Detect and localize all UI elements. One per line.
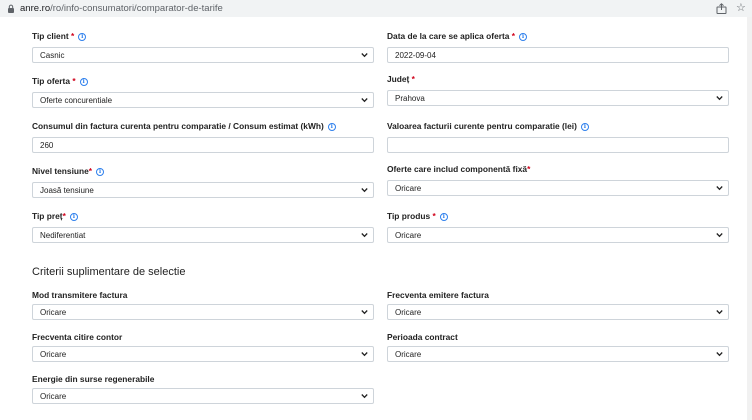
chevron-down-icon (716, 186, 723, 191)
data-oferta-label: Data de la care se aplica oferta (387, 31, 510, 41)
required-mark: * (88, 166, 93, 176)
chevron-down-icon (361, 98, 368, 103)
data-oferta-input[interactable]: 2022-09-04 (387, 47, 729, 63)
tip-oferta-value: Oferte concurentiale (40, 96, 113, 105)
extra-criteria-title: Criterii suplimentare de selectie (32, 266, 186, 278)
tip-produs-value: Oricare (395, 231, 422, 240)
info-icon[interactable]: i (439, 213, 448, 221)
judet-select[interactable]: Prahova (387, 90, 729, 106)
frecventa-citire-label: Frecventa citire contor (32, 332, 123, 342)
frecventa-emitere-label: Frecventa emitere factura (387, 290, 489, 300)
field-componenta-fixa: Oferte care includ componentă fixă* Oric… (387, 164, 729, 196)
required-mark: * (411, 74, 415, 84)
perioada-contract-select[interactable]: Oricare (387, 346, 729, 362)
field-judet: Județ * Prahova (387, 74, 729, 106)
tip-client-value: Casnic (40, 51, 65, 60)
frecventa-emitere-value: Oricare (395, 308, 422, 317)
tip-pret-label: Tip preț (32, 211, 63, 221)
componenta-fixa-label: Oferte care includ componentă fixă (387, 164, 528, 174)
judet-value: Prahova (395, 94, 425, 103)
field-nivel-tensiune: Nivel tensiune* i Joasă tensiune (32, 166, 374, 198)
tip-produs-select[interactable]: Oricare (387, 227, 729, 243)
consum-value: 260 (40, 141, 54, 150)
required-mark: * (62, 211, 66, 221)
info-icon[interactable]: i (78, 33, 87, 41)
info-icon[interactable]: i (580, 123, 589, 131)
chevron-down-icon (716, 310, 723, 315)
required-mark: * (72, 76, 76, 86)
chevron-down-icon (716, 96, 723, 101)
chevron-down-icon (361, 188, 368, 193)
chevron-down-icon (716, 352, 723, 357)
perioada-contract-label: Perioada contract (387, 332, 458, 342)
tip-oferta-label: Tip oferta (32, 76, 71, 86)
field-tip-client: Tip client * i Casnic (32, 31, 374, 63)
field-tip-produs: Tip produs * i Oricare (387, 211, 729, 243)
field-data-oferta: Data de la care se aplica oferta * i 2022… (387, 31, 729, 63)
info-icon[interactable]: i (79, 78, 88, 86)
chevron-down-icon (361, 310, 368, 315)
consum-label: Consumul din factura curenta pentru comp… (32, 121, 324, 131)
page-scrollbar[interactable] (747, 17, 752, 420)
consum-input[interactable]: 260 (32, 137, 374, 153)
nivel-tensiune-select[interactable]: Joasă tensiune (32, 182, 374, 198)
url-host: anre.ro (20, 3, 51, 14)
judet-label: Județ (387, 74, 410, 84)
browser-toolbar: anre.ro/ro/info-consumatori/comparator-d… (0, 0, 752, 17)
tip-client-select[interactable]: Casnic (32, 47, 374, 63)
address-bar[interactable]: anre.ro/ro/info-consumatori/comparator-d… (0, 0, 752, 17)
info-icon[interactable]: i (327, 123, 336, 131)
mod-transmitere-value: Oricare (40, 308, 67, 317)
energie-regenerabila-select[interactable]: Oricare (32, 388, 374, 404)
chevron-down-icon (361, 352, 368, 357)
frecventa-citire-value: Oricare (40, 350, 67, 359)
chevron-down-icon (716, 233, 723, 238)
star-icon[interactable]: ☆ (736, 2, 746, 15)
chevron-down-icon (361, 53, 368, 58)
tip-pret-value: Nediferentiat (40, 231, 86, 240)
nivel-tensiune-label: Nivel tensiune (32, 166, 89, 176)
nivel-tensiune-value: Joasă tensiune (40, 186, 94, 195)
field-perioada-contract: Perioada contract Oricare (387, 332, 729, 362)
field-valoare-factura: Valoarea facturii curente pentru compara… (387, 121, 729, 153)
chevron-down-icon (361, 394, 368, 399)
componenta-fixa-select[interactable]: Oricare (387, 180, 729, 196)
data-oferta-value: 2022-09-04 (395, 51, 436, 60)
field-frecventa-citire: Frecventa citire contor Oricare (32, 332, 374, 362)
chevron-down-icon (361, 233, 368, 238)
mod-transmitere-select[interactable]: Oricare (32, 304, 374, 320)
field-tip-oferta: Tip oferta * i Oferte concurentiale (32, 76, 374, 108)
valoare-factura-label: Valoarea facturii curente pentru compara… (387, 121, 577, 131)
info-icon[interactable]: i (69, 213, 78, 221)
field-consum: Consumul din factura curenta pentru comp… (32, 121, 374, 153)
perioada-contract-value: Oricare (395, 350, 422, 359)
energie-regenerabila-label: Energie din surse regenerabile (32, 374, 155, 384)
share-icon[interactable] (716, 3, 727, 14)
url-text[interactable]: anre.ro/ro/info-consumatori/comparator-d… (20, 2, 223, 15)
frecventa-emitere-select[interactable]: Oricare (387, 304, 729, 320)
url-path: /ro/info-consumatori/comparator-de-tarif… (50, 3, 223, 14)
tip-oferta-select[interactable]: Oferte concurentiale (32, 92, 374, 108)
valoare-factura-input[interactable] (387, 137, 729, 153)
field-mod-transmitere: Mod transmitere factura Oricare (32, 290, 374, 320)
field-frecventa-emitere: Frecventa emitere factura Oricare (387, 290, 729, 320)
required-mark: * (70, 31, 75, 41)
required-mark: * (432, 211, 436, 221)
tip-produs-label: Tip produs (387, 211, 431, 221)
lock-icon[interactable] (7, 4, 15, 13)
info-icon[interactable]: i (96, 168, 105, 176)
field-tip-pret: Tip preț* i Nediferentiat (32, 211, 374, 243)
mod-transmitere-label: Mod transmitere factura (32, 290, 128, 300)
info-icon[interactable]: i (519, 33, 528, 41)
tip-client-label: Tip client (32, 31, 69, 41)
required-mark: * (511, 31, 516, 41)
energie-regenerabila-value: Oricare (40, 392, 67, 401)
required-mark: * (527, 164, 531, 174)
field-energie-regenerabila: Energie din surse regenerabile Oricare (32, 374, 374, 404)
frecventa-citire-select[interactable]: Oricare (32, 346, 374, 362)
tip-pret-select[interactable]: Nediferentiat (32, 227, 374, 243)
componenta-fixa-value: Oricare (395, 184, 422, 193)
